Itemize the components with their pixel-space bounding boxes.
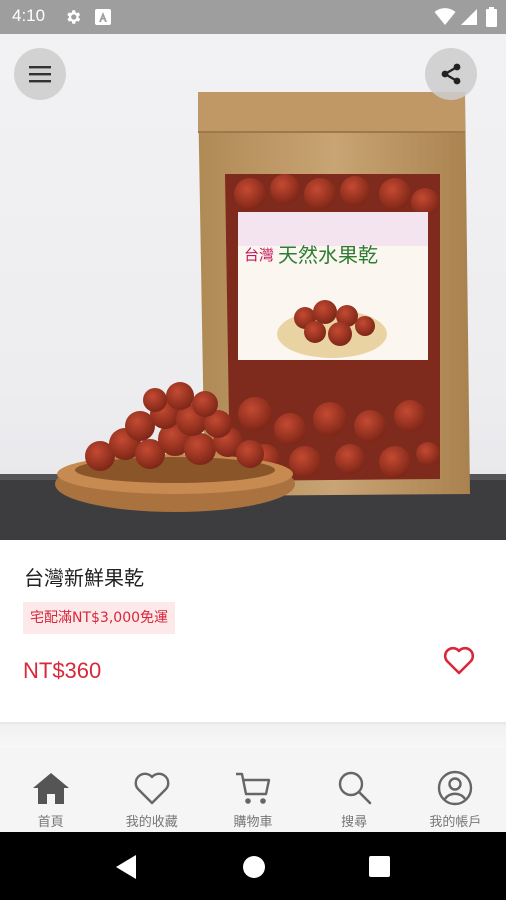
nav-label-account: 我的帳戶	[429, 815, 482, 830]
status-bar: 4:10	[0, 0, 506, 34]
nav-item-account[interactable]: 我的帳戶	[405, 748, 506, 832]
nav-item-favorites[interactable]: 我的收藏	[101, 748, 202, 832]
home-icon	[32, 773, 69, 804]
product-info: 台灣新鮮果乾 宅配滿NT$3,000免運 NT$360	[0, 540, 506, 722]
share-button[interactable]	[425, 48, 477, 100]
system-navigation-bar	[0, 832, 506, 900]
share-icon	[441, 63, 461, 85]
a-box-icon	[95, 9, 111, 25]
product-name: 台灣新鮮果乾	[24, 566, 144, 590]
nav-label-search: 搜尋	[341, 815, 368, 830]
home-button[interactable]	[243, 856, 265, 878]
nav-label-favorites: 我的收藏	[125, 815, 178, 830]
search-icon	[338, 771, 372, 805]
product-price: NT$360	[23, 658, 102, 683]
product-image: 台灣 天然水果乾	[0, 34, 506, 540]
nav-item-search[interactable]: 搜尋	[304, 748, 405, 832]
package-product-text: 天然水果乾	[278, 243, 378, 267]
section-divider	[0, 722, 506, 748]
nav-label-home: 首頁	[37, 815, 64, 830]
nav-item-cart[interactable]: 購物車	[202, 748, 303, 832]
recent-apps-button[interactable]	[369, 856, 390, 877]
nav-item-home[interactable]: 首頁	[0, 748, 101, 832]
wifi-icon	[434, 8, 456, 25]
promo-badge: 宅配滿NT$3,000免運	[23, 602, 176, 634]
menu-button[interactable]	[14, 48, 66, 100]
nav-label-cart: 購物車	[233, 815, 273, 830]
bottom-navigation: 首頁 我的收藏 購物車 搜尋 我的帳戶	[0, 748, 506, 832]
hamburger-icon	[29, 66, 51, 83]
favorite-heart-icon[interactable]	[442, 644, 476, 678]
account-icon	[438, 770, 473, 806]
signal-icon	[461, 9, 477, 25]
battery-icon	[486, 7, 497, 27]
back-icon[interactable]	[114, 854, 138, 880]
product-photo: 台灣 天然水果乾	[0, 92, 506, 540]
gear-icon	[67, 10, 81, 24]
status-time: 4:10	[12, 6, 46, 25]
heart-icon	[134, 772, 170, 805]
cart-icon	[235, 772, 271, 804]
package-brand-text: 台灣	[244, 246, 274, 264]
